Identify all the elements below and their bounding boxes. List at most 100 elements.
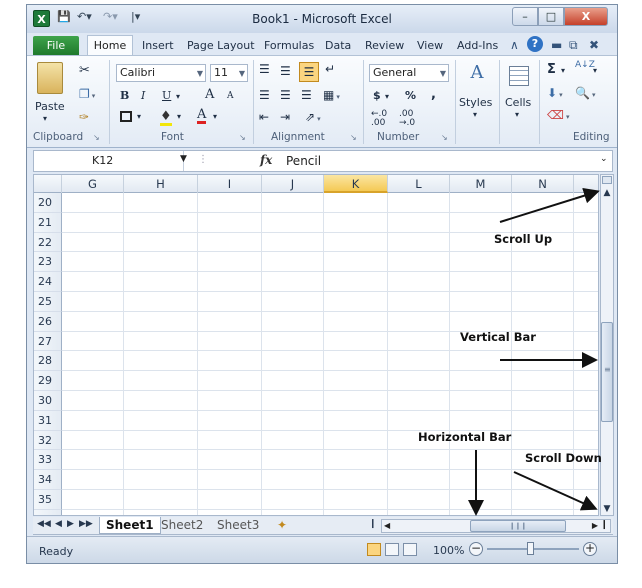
sort-dropdown-icon[interactable]: ▾ xyxy=(593,66,597,75)
grow-font-button[interactable]: A xyxy=(205,87,214,102)
merge-center-icon[interactable]: ▦ ▾ xyxy=(323,88,340,102)
row-header[interactable]: 30 xyxy=(34,391,62,411)
worksheet-grid[interactable]: GHIJKLMN 20 21 22 23 24 25 26 27 28 29 30 31 32 33 34 3… xyxy=(33,174,599,516)
row-header[interactable]: 28 xyxy=(34,351,62,372)
align-middle-icon[interactable]: ☰ xyxy=(280,64,291,78)
row-header[interactable]: 36 xyxy=(34,509,62,515)
underline-button[interactable]: U xyxy=(162,89,171,102)
column-header[interactable]: G xyxy=(62,175,124,193)
autosum-dropdown-icon[interactable]: ▾ xyxy=(561,66,565,75)
last-sheet-icon[interactable]: ▶▶ xyxy=(79,519,93,529)
tab-view[interactable]: View xyxy=(417,39,443,52)
next-sheet-icon[interactable]: ▶ xyxy=(67,519,74,529)
column-header[interactable]: L xyxy=(388,175,450,193)
workbook-close-icon[interactable]: ✖ xyxy=(589,38,599,52)
paste-label[interactable]: Paste xyxy=(35,100,65,113)
vertical-scrollbar[interactable]: ▲ ≡ ▼ xyxy=(600,174,614,516)
tab-add-ins[interactable]: Add-Ins xyxy=(457,39,498,52)
minimize-button[interactable]: – xyxy=(512,7,538,26)
column-header[interactable]: M xyxy=(450,175,512,193)
help-icon[interactable]: ? xyxy=(527,36,543,52)
row-header[interactable]: 22 xyxy=(34,232,62,253)
tab-review[interactable]: Review xyxy=(365,39,404,52)
row-header[interactable]: 34 xyxy=(34,470,62,490)
fill-color-icon[interactable]: ♦ xyxy=(160,109,172,126)
align-top-icon[interactable]: ☰ xyxy=(259,62,270,76)
row-header[interactable]: 24 xyxy=(34,272,62,292)
column-header[interactable]: I xyxy=(198,175,262,193)
vertical-scroll-thumb[interactable]: ≡ xyxy=(601,322,613,422)
prev-sheet-icon[interactable]: ◀ xyxy=(55,519,62,529)
row-header[interactable]: 27 xyxy=(34,331,62,352)
align-bottom-icon[interactable]: ☰ xyxy=(299,62,319,82)
cells-button[interactable]: Cells xyxy=(505,96,531,109)
select-all-button[interactable] xyxy=(34,175,62,193)
insert-function-button[interactable]: fx xyxy=(260,153,272,167)
workbook-restore-icon[interactable]: ⧉ xyxy=(569,38,578,53)
increase-decimal-button[interactable]: ←.0 .00 xyxy=(371,110,397,128)
first-sheet-icon[interactable]: ◀◀ xyxy=(37,519,51,529)
sort-filter-button[interactable]: A↓Z xyxy=(575,61,595,70)
tab-data[interactable]: Data xyxy=(325,39,351,52)
styles-icon[interactable]: A xyxy=(465,62,489,90)
borders-dropdown-icon[interactable]: ▾ xyxy=(137,112,141,121)
increase-indent-icon[interactable]: ⇥ xyxy=(280,110,290,124)
column-header[interactable]: J xyxy=(262,175,324,193)
decrease-indent-icon[interactable]: ⇤ xyxy=(259,110,269,124)
clear-icon[interactable]: ⌫ ▾ xyxy=(547,108,569,122)
clipboard-launcher-icon[interactable]: ↘ xyxy=(93,133,100,142)
decrease-decimal-button[interactable]: .00 →.0 xyxy=(399,110,425,128)
horizontal-scroll-thumb[interactable]: ❙❙❙ xyxy=(470,520,566,532)
zoom-slider-thumb[interactable] xyxy=(527,542,534,555)
styles-dropdown-icon[interactable]: ▾ xyxy=(473,110,477,119)
cells-dropdown-icon[interactable]: ▾ xyxy=(515,110,519,119)
wrap-text-icon[interactable]: ↵ xyxy=(325,62,335,76)
currency-button[interactable]: $ xyxy=(373,89,381,102)
comma-button[interactable]: , xyxy=(431,87,436,102)
workbook-minimize-icon[interactable]: ▬ xyxy=(551,38,562,52)
column-header[interactable]: N xyxy=(512,175,574,193)
cut-icon[interactable]: ✂ xyxy=(79,63,90,78)
autosum-button[interactable]: Σ xyxy=(547,62,556,77)
tab-formulas[interactable]: Formulas xyxy=(264,39,314,52)
zoom-in-button[interactable]: + xyxy=(583,542,597,556)
zoom-level[interactable]: 100% xyxy=(433,544,464,557)
orientation-icon[interactable]: ⇗ ▾ xyxy=(305,110,321,124)
row-header[interactable]: 23 xyxy=(34,252,62,273)
font-color-dropdown-icon[interactable]: ▾ xyxy=(213,112,217,121)
row-header[interactable]: 25 xyxy=(34,292,62,312)
row-header[interactable]: 29 xyxy=(34,371,62,391)
tab-page-layout[interactable]: Page Layout xyxy=(187,39,255,52)
italic-button[interactable]: I xyxy=(141,89,145,102)
scroll-left-arrow-icon[interactable]: ◀ xyxy=(384,521,390,530)
sheet-tab-1[interactable]: Sheet1 xyxy=(99,517,161,534)
tab-split-icon[interactable]: ❙ xyxy=(369,519,377,529)
fill-icon[interactable]: ⬇ ▾ xyxy=(547,86,563,100)
font-color-button[interactable]: A xyxy=(197,108,207,124)
name-box-dropdown-icon[interactable]: ▼ xyxy=(180,154,187,164)
format-painter-icon[interactable]: ✑ xyxy=(79,110,89,124)
row-header[interactable]: 21 xyxy=(34,212,62,233)
align-right-icon[interactable]: ☰ xyxy=(301,88,312,102)
tab-home[interactable]: Home xyxy=(87,35,133,56)
maximize-button[interactable]: □ xyxy=(538,7,564,26)
row-header[interactable]: 35 xyxy=(34,490,62,510)
row-header[interactable]: 26 xyxy=(34,311,62,332)
ribbon-collapse-icon[interactable]: ∧ xyxy=(510,38,519,52)
fill-color-dropdown-icon[interactable]: ▾ xyxy=(177,112,181,121)
split-box-icon[interactable] xyxy=(602,176,612,184)
column-header[interactable]: H xyxy=(124,175,198,193)
row-header[interactable]: 31 xyxy=(34,410,62,431)
tab-insert[interactable]: Insert xyxy=(142,39,174,52)
underline-dropdown-icon[interactable]: ▾ xyxy=(176,92,180,101)
scroll-down-arrow-icon[interactable]: ▼ xyxy=(601,503,613,515)
insert-sheet-icon[interactable]: ✦ xyxy=(277,517,287,534)
alignment-launcher-icon[interactable]: ↘ xyxy=(350,133,357,142)
font-launcher-icon[interactable]: ↘ xyxy=(239,133,246,142)
row-header[interactable]: 20 xyxy=(34,193,62,213)
number-format-select[interactable]: General ▼ xyxy=(369,64,449,82)
zoom-out-button[interactable]: − xyxy=(469,542,483,556)
formula-input[interactable]: Pencil xyxy=(286,154,321,168)
number-launcher-icon[interactable]: ↘ xyxy=(441,133,448,142)
copy-icon[interactable]: ❐ ▾ xyxy=(79,87,95,101)
